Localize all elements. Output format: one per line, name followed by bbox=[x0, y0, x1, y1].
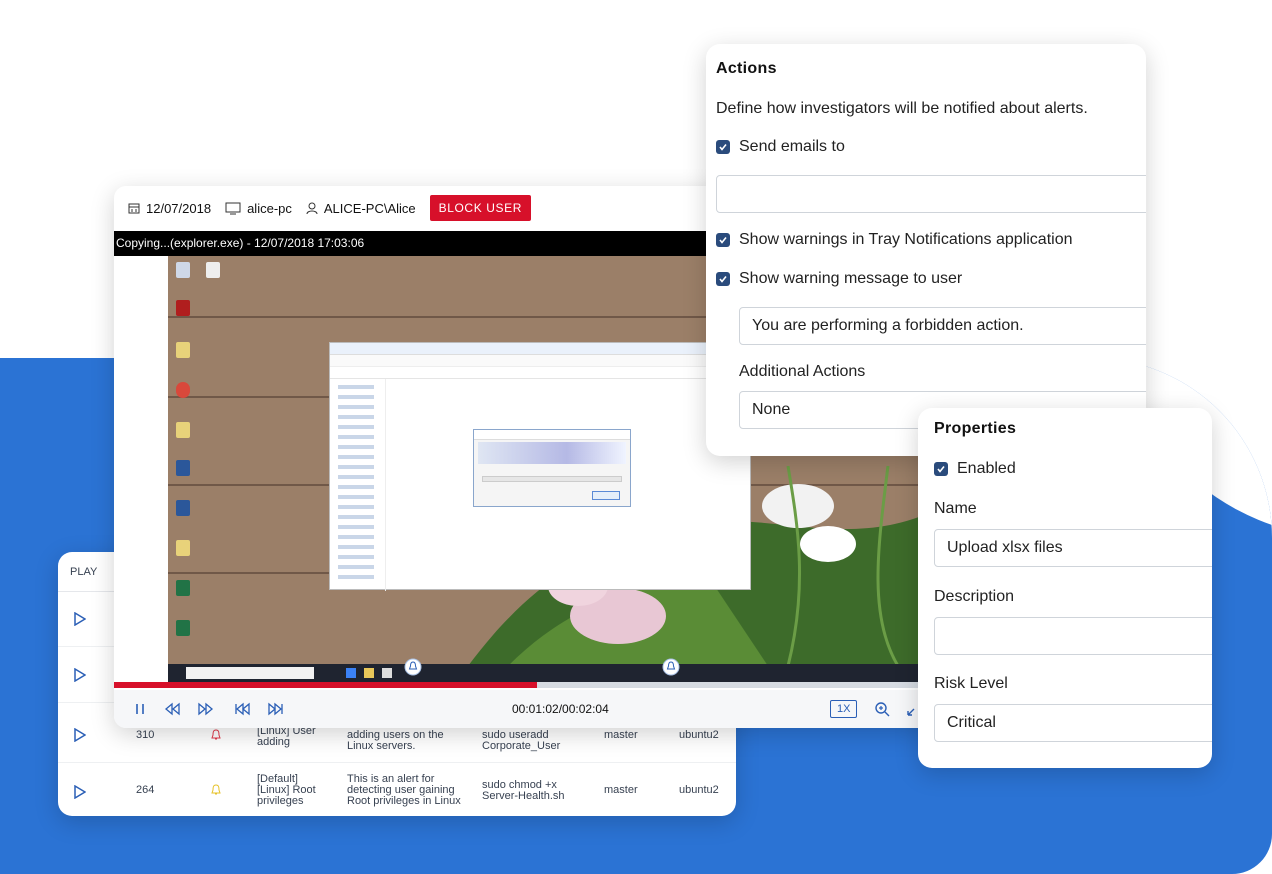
enabled-checkbox[interactable]: Enabled bbox=[934, 460, 1016, 478]
row-name: [Linux] User adding bbox=[257, 725, 316, 748]
explorer-window bbox=[329, 342, 752, 591]
actions-description: Define how investigators will be notifie… bbox=[716, 100, 1088, 117]
checkbox-checked-icon[interactable] bbox=[716, 233, 730, 247]
play-icon[interactable] bbox=[74, 612, 86, 626]
row-branch: master bbox=[604, 729, 638, 741]
skip-back-icon[interactable] bbox=[234, 701, 250, 717]
playback-time: 00:01:02/00:02:04 bbox=[512, 702, 609, 716]
desktop-icon bbox=[176, 382, 190, 398]
zoom-in-icon[interactable] bbox=[874, 701, 890, 717]
warning-message-checkbox[interactable]: Show warning message to user bbox=[716, 270, 962, 288]
desktop-icon bbox=[206, 262, 220, 278]
row-command: sudo chmod +x Server-Health.sh bbox=[482, 779, 565, 802]
row-branch: master bbox=[604, 784, 638, 796]
properties-panel: Properties Enabled Name Upload xlsx file… bbox=[918, 408, 1212, 768]
desktop-icon bbox=[176, 460, 190, 476]
row-id: 264 bbox=[136, 784, 155, 796]
skip-forward-icon[interactable] bbox=[268, 701, 284, 717]
desktop-icon bbox=[176, 500, 190, 516]
actions-title: Actions bbox=[716, 60, 777, 77]
checkbox-checked-icon[interactable] bbox=[934, 462, 948, 476]
rewind-icon[interactable] bbox=[164, 701, 180, 717]
desktop-icon bbox=[176, 262, 190, 278]
tray-notifications-checkbox[interactable]: Show warnings in Tray Notifications appl… bbox=[716, 231, 1073, 249]
copying-dialog bbox=[473, 429, 631, 507]
name-label: Name bbox=[934, 500, 977, 517]
row-description: adding users on the Linux servers. bbox=[347, 729, 444, 752]
desktop-icon bbox=[176, 300, 190, 316]
risk-level-select[interactable]: Critical bbox=[934, 704, 1212, 742]
speed-button[interactable]: 1X bbox=[830, 700, 858, 718]
additional-actions-label: Additional Actions bbox=[739, 363, 866, 380]
session-computer: alice-pc bbox=[225, 201, 292, 216]
risk-level-label: Risk Level bbox=[934, 675, 1008, 692]
row-command: sudo useradd Corporate_User bbox=[482, 729, 561, 752]
fast-forward-icon[interactable] bbox=[198, 701, 214, 717]
bell-icon bbox=[211, 729, 221, 740]
description-field[interactable] bbox=[934, 617, 1212, 655]
table-row[interactable]: 264 [Default] [Linux] Root privileges Th… bbox=[58, 764, 736, 816]
row-id: 310 bbox=[136, 729, 155, 741]
playback-progress[interactable] bbox=[114, 682, 944, 688]
checkbox-checked-icon[interactable] bbox=[716, 140, 730, 154]
properties-title: Properties bbox=[934, 420, 1017, 437]
session-user: ALICE-PC\Alice bbox=[306, 201, 416, 216]
desktop-icon bbox=[176, 422, 190, 438]
cancel-button[interactable] bbox=[592, 491, 620, 500]
block-user-button[interactable]: BLOCK USER bbox=[429, 195, 531, 221]
session-date: 12/07/2018 bbox=[128, 201, 211, 216]
checkbox-checked-icon[interactable] bbox=[716, 272, 730, 286]
play-icon[interactable] bbox=[74, 668, 86, 682]
bell-icon bbox=[211, 784, 221, 795]
progress-fill bbox=[114, 682, 538, 688]
desktop-icon bbox=[176, 342, 190, 358]
description-label: Description bbox=[934, 588, 1015, 605]
play-icon[interactable] bbox=[74, 728, 86, 742]
row-description: This is an alert for detecting user gain… bbox=[347, 773, 461, 807]
send-emails-checkbox[interactable]: Send emails to bbox=[716, 138, 845, 156]
playback-controls: 00:01:02/00:02:04 1X bbox=[114, 690, 944, 728]
row-host: ubuntu2 bbox=[679, 729, 719, 741]
event-marker-icon[interactable] bbox=[662, 658, 680, 678]
row-name: [Default] [Linux] Root privileges bbox=[257, 773, 316, 807]
warning-message-field[interactable]: You are performing a forbidden action. bbox=[739, 307, 1146, 345]
desktop-icon bbox=[176, 580, 190, 596]
email-field[interactable] bbox=[716, 175, 1146, 213]
monitor-icon bbox=[225, 202, 241, 214]
desktop-icon bbox=[176, 620, 190, 636]
actions-panel: Actions Define how investigators will be… bbox=[706, 44, 1146, 456]
row-host: ubuntu2 bbox=[679, 784, 719, 796]
user-icon bbox=[306, 202, 318, 214]
pause-icon[interactable] bbox=[132, 701, 148, 717]
play-icon[interactable] bbox=[74, 784, 86, 799]
column-play: PLAY bbox=[70, 565, 98, 578]
calendar-icon bbox=[128, 203, 140, 214]
event-marker-icon[interactable] bbox=[404, 658, 422, 678]
name-field[interactable]: Upload xlsx files bbox=[934, 529, 1212, 567]
taskbar bbox=[168, 664, 944, 682]
desktop-icon bbox=[176, 540, 190, 556]
